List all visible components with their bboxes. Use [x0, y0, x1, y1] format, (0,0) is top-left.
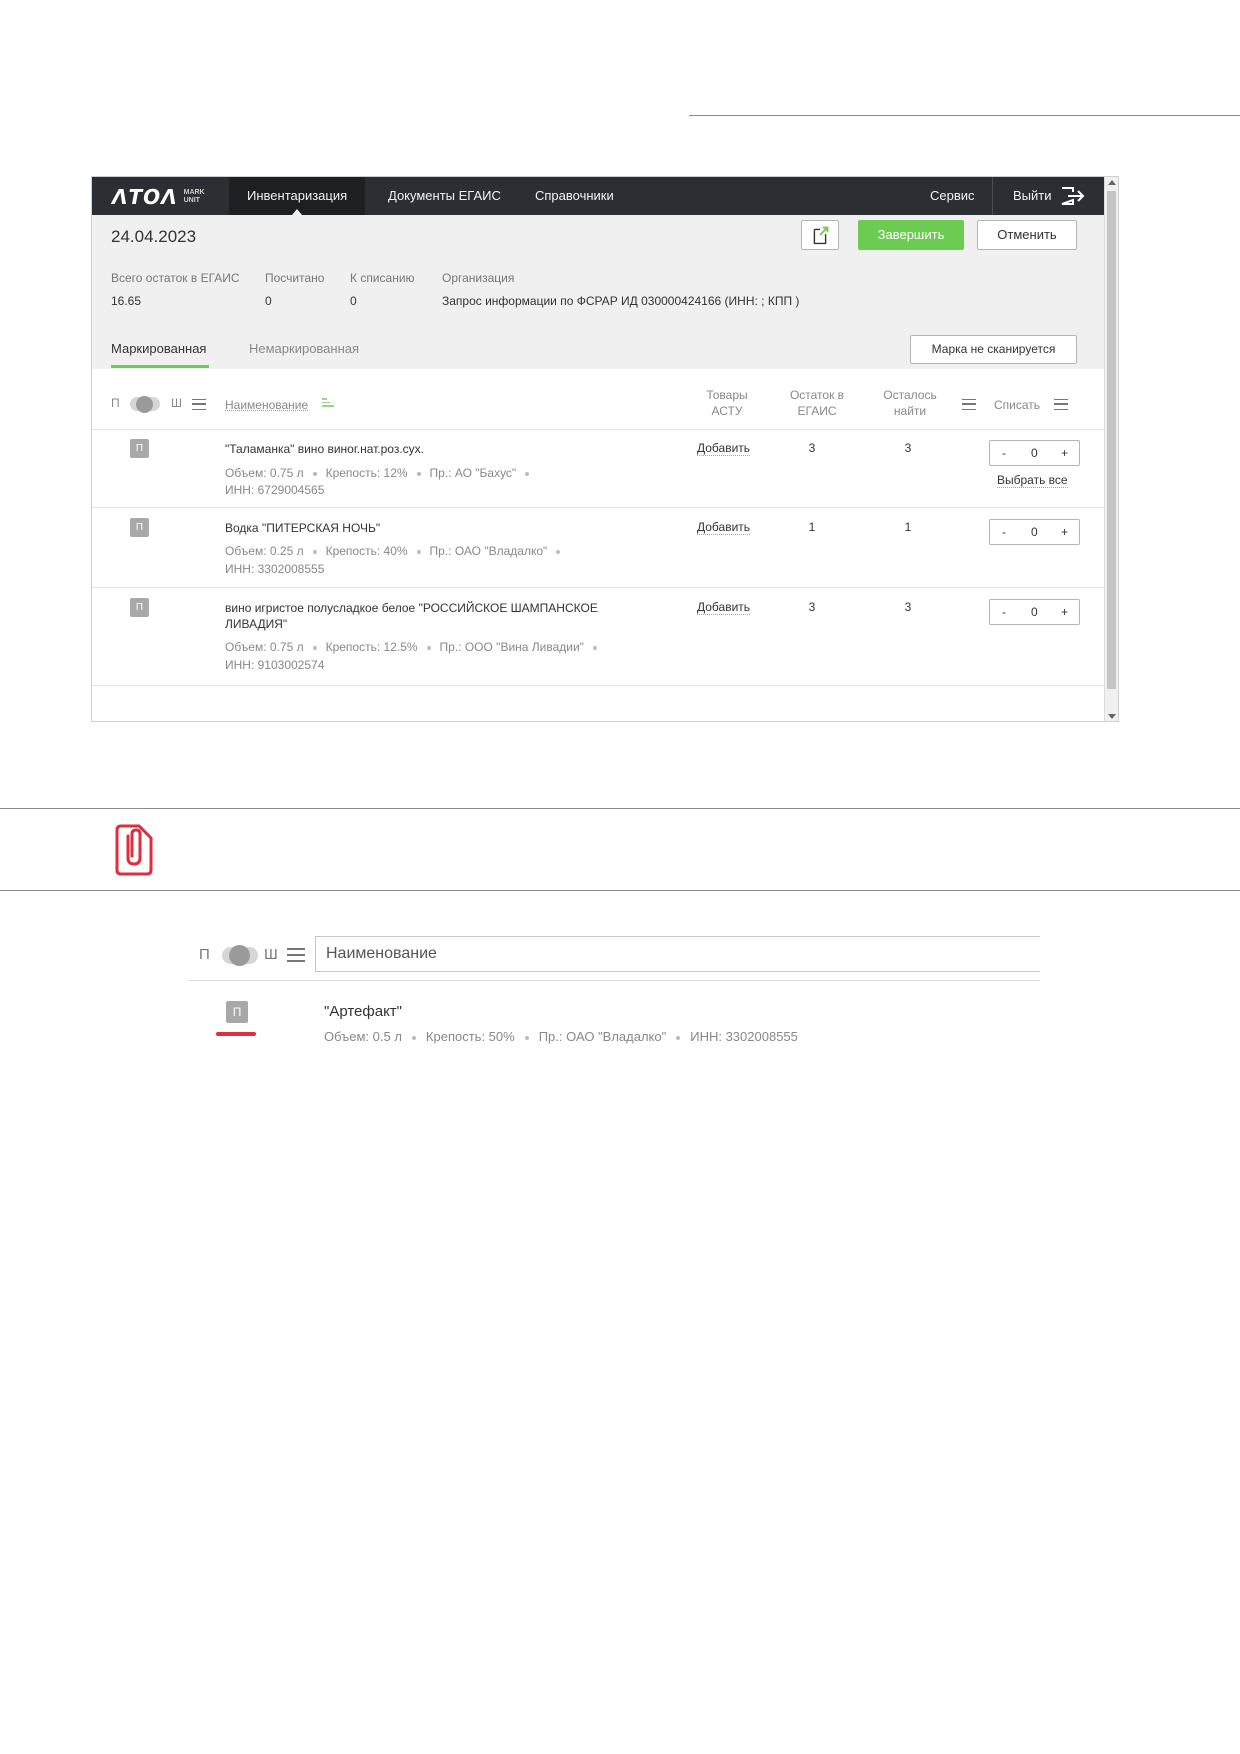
- column-left-to-find: Осталось найти: [883, 388, 937, 418]
- menu-icon[interactable]: [962, 399, 976, 410]
- item-name: Водка "ПИТЕРСКАЯ НОЧЬ": [225, 521, 381, 535]
- stat-total-label: Всего остаток в ЕГАИС: [111, 271, 240, 285]
- quantity-value[interactable]: 0: [1031, 446, 1038, 460]
- note-bottom-rule: [0, 890, 1240, 891]
- stat-total-value: 16.65: [111, 294, 142, 308]
- nav-service[interactable]: Сервис: [912, 177, 993, 215]
- scan-mode-toggle[interactable]: [222, 945, 258, 966]
- column-writeoff: Списать: [994, 398, 1041, 412]
- item-meta: Объем: 0.75 л Крепость: 12.5% Пр.: ООО "Ви…: [225, 640, 606, 654]
- nav-inventory[interactable]: Инвентаризация: [229, 177, 366, 215]
- toggle-label-sh: Ш: [171, 396, 182, 410]
- marked-badge: П: [226, 1001, 248, 1023]
- tab-unmarked[interactable]: Немаркированная: [249, 341, 359, 356]
- marked-badge: П: [130, 518, 149, 537]
- note-top-rule: [0, 808, 1240, 809]
- egais-rest-value: 3: [808, 600, 816, 614]
- menu-icon[interactable]: [287, 948, 305, 962]
- row-separator: [92, 587, 1104, 588]
- column-egais-rest: Остаток в ЕГАИС: [789, 388, 845, 418]
- column-name[interactable]: Наименование: [225, 397, 308, 413]
- add-link[interactable]: Добавить: [697, 600, 751, 615]
- select-all-link[interactable]: Выбрать все: [997, 473, 1068, 488]
- inventory-header: 24.04.2023 Завершить Отменить Всего оста…: [92, 215, 1104, 369]
- stat-organization-value: Запрос информации по ФСРАР ИД 0300004241…: [442, 294, 800, 308]
- quantity-stepper[interactable]: - 0 +: [989, 440, 1080, 466]
- left-to-find-value: 1: [904, 520, 912, 534]
- inventory-date: 24.04.2023: [111, 227, 197, 246]
- top-navigation-bar: ΛTOΛ MARK UNIT Инвентаризация Документы …: [92, 177, 1104, 215]
- item-name: "Артефакт": [324, 1003, 402, 1020]
- item-inn: ИНН: 9103002574: [225, 658, 325, 672]
- minus-button[interactable]: -: [1002, 525, 1006, 539]
- scroll-thumb[interactable]: [1107, 191, 1116, 689]
- nav-logout[interactable]: Выйти: [995, 177, 1070, 215]
- sort-icon[interactable]: [322, 398, 334, 409]
- nav-separator: [992, 177, 993, 215]
- nav-egais-documents[interactable]: Документы ЕГАИС: [370, 177, 519, 215]
- item-name: "Таламанка" вино виног.нат.роз.сух.: [225, 442, 424, 456]
- exit-icon[interactable]: [1060, 186, 1086, 206]
- top-rule: [689, 115, 1240, 116]
- stat-counted-value: 0: [265, 294, 272, 308]
- stat-writeoff-label: К списанию: [350, 271, 415, 285]
- search-input[interactable]: Наименование: [315, 936, 1040, 972]
- quantity-value[interactable]: 0: [1031, 605, 1038, 619]
- menu-icon[interactable]: [192, 399, 206, 410]
- left-to-find-value: 3: [904, 600, 912, 614]
- scroll-up-arrow-icon[interactable]: [1108, 180, 1116, 185]
- stat-writeoff-value: 0: [350, 294, 357, 308]
- plus-button[interactable]: +: [1061, 525, 1068, 539]
- add-link[interactable]: Добавить: [697, 520, 751, 535]
- item-meta: Объем: 0.5 л Крепость: 50% Пр.: ОАО "Влада…: [324, 1029, 798, 1044]
- row-separator: [188, 980, 1040, 981]
- row-separator: [92, 685, 1104, 686]
- export-icon: [813, 226, 829, 245]
- column-goods-astu: Товары АСТУ: [706, 388, 748, 418]
- menu-icon[interactable]: [1054, 399, 1068, 410]
- add-link[interactable]: Добавить: [697, 441, 751, 456]
- plus-button[interactable]: +: [1061, 605, 1068, 619]
- egais-rest-value: 3: [808, 441, 816, 455]
- active-tab-indicator: [111, 365, 209, 368]
- highlight-underline: [216, 1032, 256, 1036]
- toggle-label-p: П: [111, 396, 120, 410]
- left-to-find-value: 3: [904, 441, 912, 455]
- quantity-value[interactable]: 0: [1031, 525, 1038, 539]
- scan-mode-toggle[interactable]: [130, 396, 160, 413]
- item-inn: ИНН: 6729004565: [225, 483, 325, 497]
- item-meta: Объем: 0.75 л Крепость: 12% Пр.: АО "Бахус…: [225, 466, 538, 480]
- toggle-label-p: П: [199, 946, 210, 963]
- vertical-scrollbar[interactable]: [1104, 177, 1118, 721]
- mark-not-scanned-button[interactable]: Марка не сканируется: [910, 335, 1077, 364]
- minus-button[interactable]: -: [1002, 605, 1006, 619]
- quantity-stepper[interactable]: - 0 +: [989, 519, 1080, 545]
- marked-badge: П: [130, 439, 149, 458]
- toggle-label-sh: Ш: [264, 946, 278, 963]
- item-inn: ИНН: 3302008555: [225, 562, 325, 576]
- row-separator: [92, 429, 1104, 430]
- egais-rest-value: 1: [808, 520, 816, 534]
- minus-button[interactable]: -: [1002, 446, 1006, 460]
- row-separator: [92, 507, 1104, 508]
- stat-counted-label: Посчитано: [265, 271, 325, 285]
- scroll-down-arrow-icon[interactable]: [1108, 714, 1116, 719]
- item-meta: Объем: 0.25 л Крепость: 40% Пр.: ОАО "Влад…: [225, 544, 569, 558]
- finish-button[interactable]: Завершить: [858, 220, 964, 250]
- stat-organization-label: Организация: [442, 271, 515, 285]
- item-name: вино игристое полусладкое белое "РОССИЙС…: [225, 601, 598, 631]
- marked-badge: П: [130, 598, 149, 617]
- export-button[interactable]: [801, 220, 839, 250]
- quantity-stepper[interactable]: - 0 +: [989, 599, 1080, 625]
- app-screenshot: ΛTOΛ MARK UNIT Инвентаризация Документы …: [91, 176, 1119, 722]
- plus-button[interactable]: +: [1061, 446, 1068, 460]
- atol-logo: ΛTOΛ MARK UNIT: [112, 185, 205, 209]
- paperclip-document-icon: [115, 824, 153, 876]
- cancel-button[interactable]: Отменить: [977, 220, 1077, 250]
- tab-marked[interactable]: Маркированная: [111, 341, 206, 356]
- nav-directories[interactable]: Справочники: [517, 177, 632, 215]
